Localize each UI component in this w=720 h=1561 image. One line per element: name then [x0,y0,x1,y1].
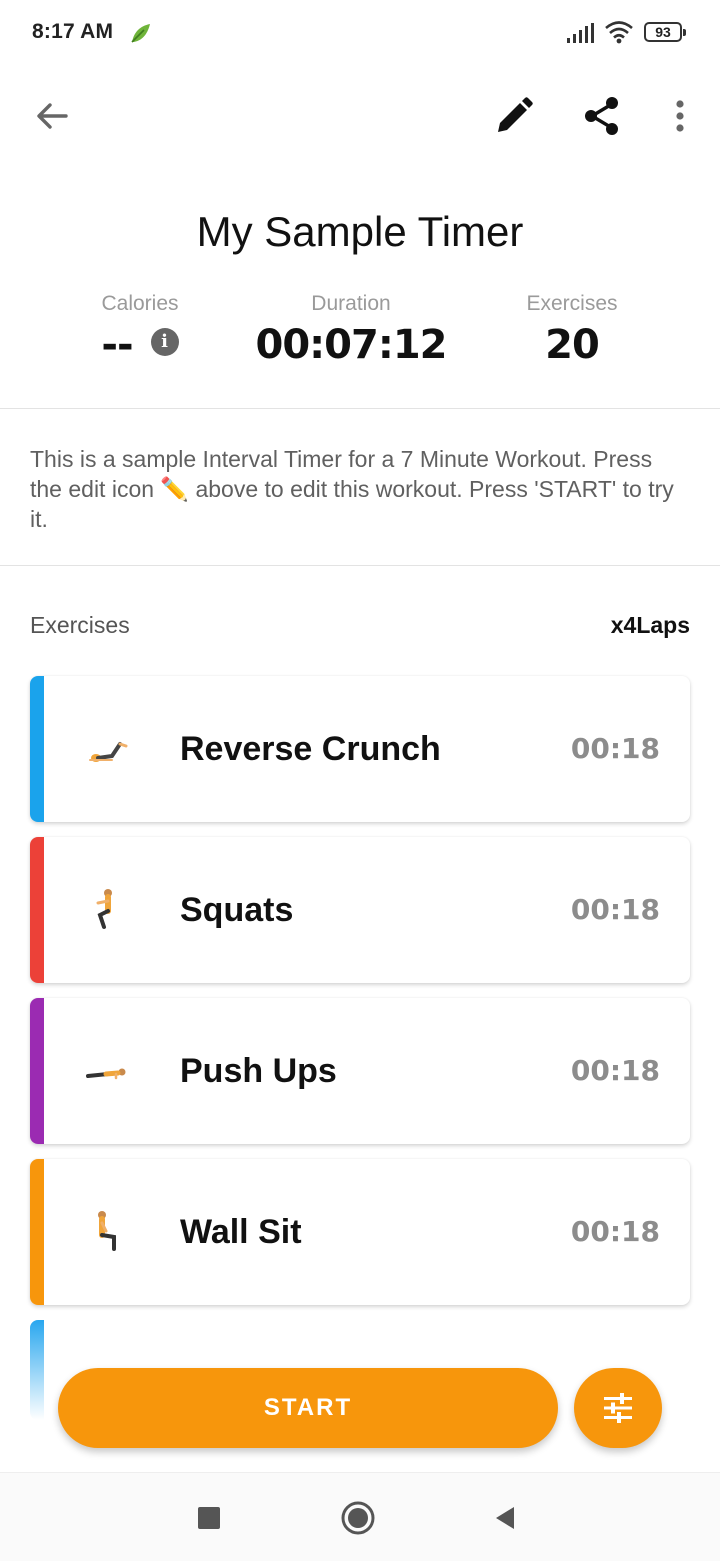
divider [0,565,720,566]
exercise-duration: 00:18 [570,732,660,765]
more-options-button[interactable] [656,92,704,140]
exercise-card[interactable]: Squats 00:18 [30,837,690,983]
exercises-section-label: Exercises [30,612,130,638]
exercises-stat: Exercises 20 [472,292,672,368]
calories-label: Calories [101,292,179,315]
exercise-accent-bar [30,837,44,983]
exercise-card[interactable]: Wall Sit 00:18 [30,1159,690,1305]
back-button[interactable] [28,92,76,140]
share-button[interactable] [578,92,626,140]
status-time: 8:17 AM [32,20,114,43]
pencil-icon [498,97,533,132]
exercise-accent-bar [30,1159,44,1305]
exercise-card[interactable]: Reverse Crunch 00:18 [30,676,690,822]
squats-figure [96,889,112,929]
arrow-left-icon [37,103,68,129]
recents-button[interactable] [198,1507,220,1529]
start-button[interactable]: START [58,1368,558,1448]
workout-title: My Sample Timer [196,208,524,255]
exercise-name: Wall Sit [180,1213,302,1251]
calories-row: -- i [40,316,240,368]
edit-button[interactable] [490,92,538,140]
settings-button[interactable] [574,1368,662,1448]
duration-label: Duration [311,292,391,315]
wall-sit-figure [98,1211,116,1251]
system-back-button[interactable] [492,1505,516,1531]
duration-stat: Duration 00:07:12 [251,292,451,368]
duration-value: 00:07:12 [255,322,448,368]
signal-icon [567,23,594,43]
exercise-name: Push Ups [180,1052,337,1090]
reverse-crunch-figure [89,742,128,762]
wifi-icon [605,21,633,44]
workout-description: This is a sample Interval Timer for a 7 … [30,446,674,532]
system-nav-bar [0,1472,720,1561]
exercises-count-label: Exercises [526,292,618,315]
exercise-card[interactable]: Push Ups 00:18 [30,998,690,1144]
leaf-icon [131,24,150,43]
exercise-name: Squats [180,891,294,929]
share-icon [585,97,618,135]
status-bar: 8:17 AM 93 [0,0,720,66]
calories-stat: Calories -- i [40,292,240,368]
laps-count[interactable]: x4Laps [611,612,690,639]
more-vert-icon [676,100,684,132]
push-ups-figure [86,1068,126,1080]
exercise-accent-bar [30,676,44,822]
exercise-accent-bar [30,998,44,1144]
tune-sliders-icon [604,1393,632,1423]
calories-value: -- [101,322,133,368]
exercise-name: Reverse Crunch [180,730,441,768]
exercises-count-value: 20 [545,322,600,368]
exercise-duration: 00:18 [570,893,660,926]
info-icon[interactable]: i [150,328,179,356]
exercise-duration: 00:18 [570,1215,660,1248]
battery-indicator: 93 [644,22,686,42]
exercise-duration: 00:18 [570,1054,660,1087]
exercise-accent-bar [30,1320,44,1420]
exercise-list: Reverse Crunch 00:18 Squats 00:18 Push U… [30,676,690,1435]
home-button[interactable] [340,1500,376,1536]
divider [0,408,720,409]
